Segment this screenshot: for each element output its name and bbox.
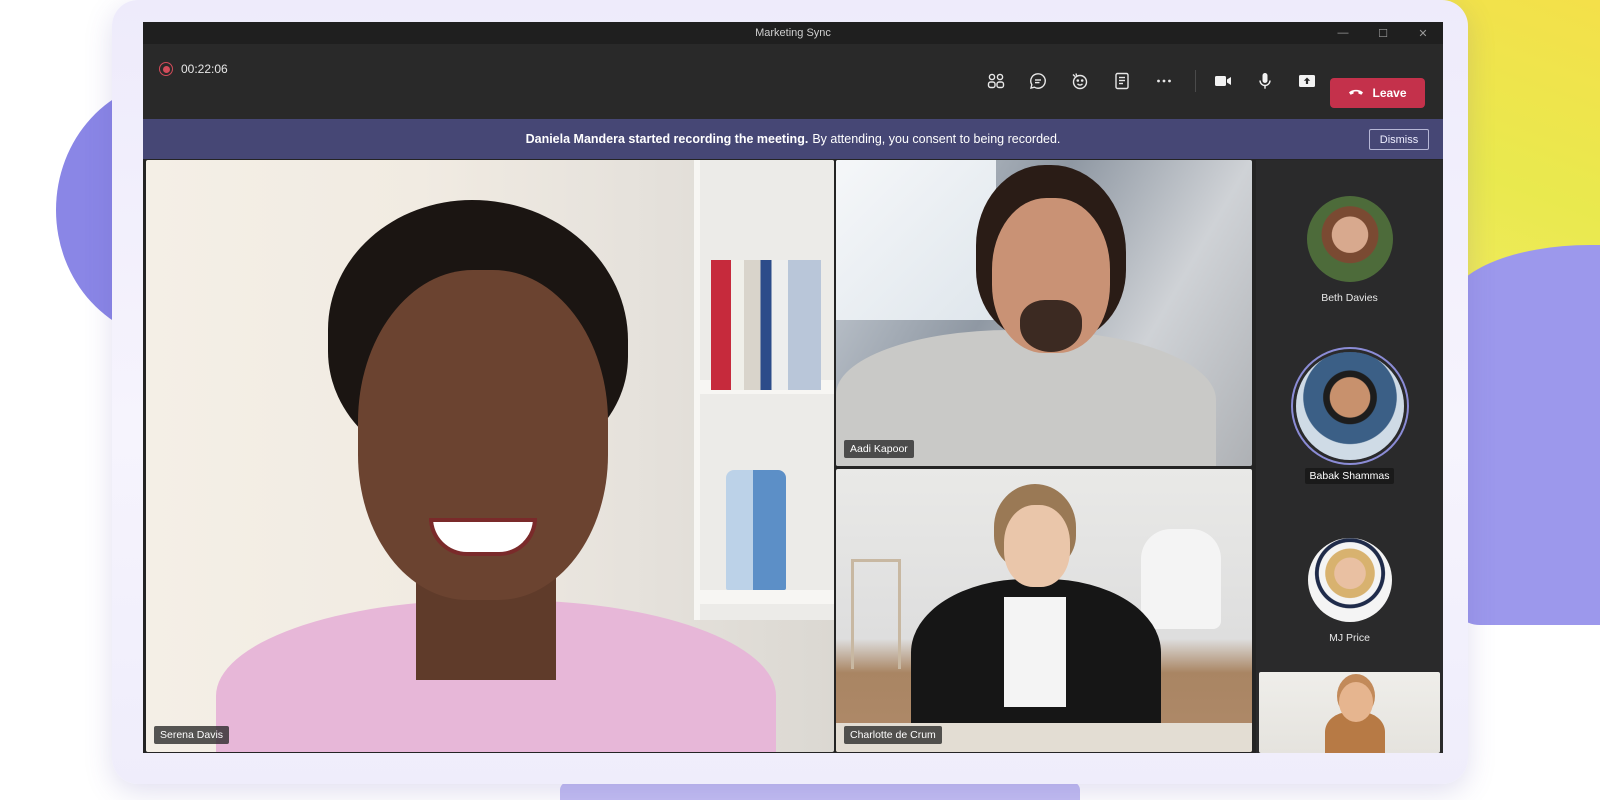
gallery-item-babak[interactable]: Babak Shammas (1256, 352, 1443, 484)
participants-icon[interactable] (979, 64, 1013, 98)
microphone-icon[interactable] (1248, 64, 1282, 98)
video-tile-bottom-right[interactable]: Charlotte de Crum (836, 469, 1252, 752)
share-screen-icon[interactable] (1290, 64, 1324, 98)
recording-consent-banner: Daniela Mandera started recording the me… (143, 119, 1443, 159)
background-purple-shape (1450, 245, 1600, 625)
minimize-button[interactable]: — (1323, 22, 1363, 44)
dismiss-button[interactable]: Dismiss (1369, 129, 1429, 150)
video-tile-top-right[interactable]: Aadi Kapoor (836, 160, 1252, 466)
meeting-toolbar: 00:22:06 Leave (143, 44, 1443, 119)
participant-name-tag: Serena Davis (154, 726, 230, 744)
shelf-board (700, 590, 834, 604)
avatar-speaking (1295, 352, 1404, 460)
avatar-name: Beth Davies (1321, 292, 1378, 304)
gallery-item-mj[interactable]: MJ Price (1256, 538, 1443, 646)
banner-bold-text: Daniela Mandera started recording the me… (525, 132, 809, 146)
window-background (836, 160, 996, 320)
camera-icon[interactable] (1206, 64, 1240, 98)
participant-gallery: Beth Davies Babak Shammas MJ Price (1256, 160, 1443, 753)
avatar (1306, 196, 1393, 282)
leave-button[interactable]: Leave (1330, 78, 1425, 108)
avatar-name: Babak Shammas (1304, 468, 1395, 484)
participant-name-tag: Charlotte de Crum (844, 726, 942, 744)
participant-face (1004, 505, 1070, 587)
more-options-icon[interactable] (1147, 64, 1181, 98)
participant-head (1339, 682, 1373, 722)
toolbar-actions (979, 64, 1332, 98)
close-button[interactable]: ✕ (1403, 22, 1443, 44)
participant-beard (1020, 300, 1082, 352)
notes-icon[interactable] (1105, 64, 1139, 98)
video-thumbnail-tile[interactable] (1259, 672, 1440, 753)
video-tile-main[interactable]: Serena Davis (146, 160, 834, 752)
banner-text: By attending, you consent to being recor… (812, 132, 1061, 146)
meeting-timer: 00:22:06 (181, 62, 228, 76)
teams-meeting-window: Marketing Sync — ☐ ✕ 00:22:06 Leave Dani… (143, 22, 1443, 753)
title-bar: Marketing Sync — ☐ ✕ (143, 22, 1443, 44)
side-table-background (851, 559, 901, 669)
chat-icon[interactable] (1021, 64, 1055, 98)
recording-dot-icon (159, 62, 173, 76)
participant-blouse (1004, 597, 1066, 707)
avatar (1307, 538, 1392, 622)
books-background (711, 260, 821, 390)
recording-indicator: 00:22:06 (159, 62, 228, 76)
toolbar-divider (1195, 70, 1196, 92)
bottles-background (726, 470, 786, 590)
reactions-icon[interactable] (1063, 64, 1097, 98)
participant-name-tag: Aadi Kapoor (844, 440, 914, 458)
window-controls: — ☐ ✕ (1323, 22, 1443, 44)
gallery-item-beth[interactable]: Beth Davies (1256, 196, 1443, 306)
chair-background (1141, 529, 1221, 629)
leave-label: Leave (1372, 86, 1407, 100)
background-bottom-bar (560, 782, 1080, 800)
window-title: Marketing Sync (755, 27, 831, 39)
hang-up-icon (1348, 86, 1364, 100)
avatar-name: MJ Price (1329, 632, 1370, 644)
maximize-button[interactable]: ☐ (1363, 22, 1403, 44)
